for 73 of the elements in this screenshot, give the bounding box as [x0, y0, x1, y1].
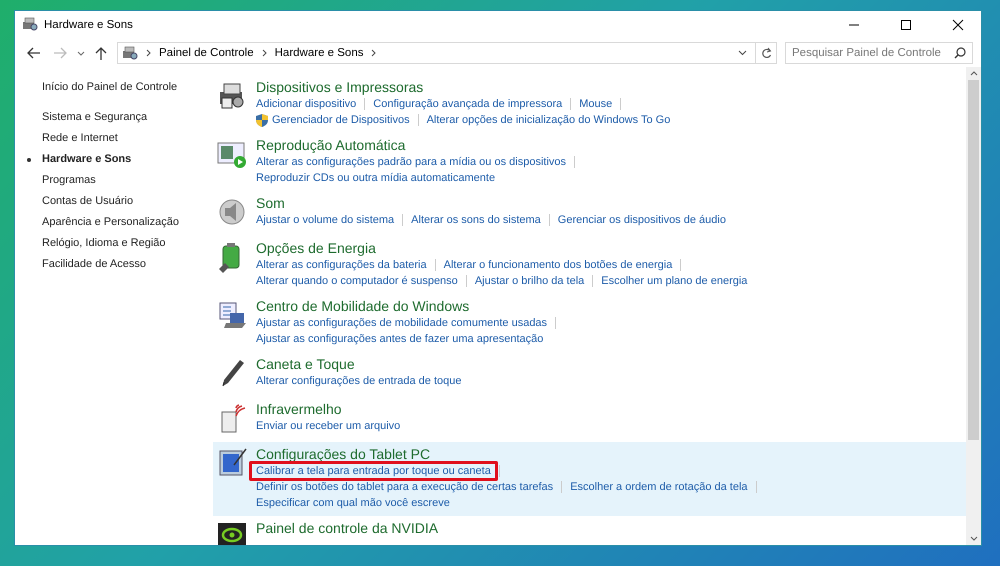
task-link[interactable]: Gerenciar os dispositivos de áudio: [558, 214, 726, 226]
task-link[interactable]: Reproduzir CDs ou outra mídia automaticamente: [256, 172, 496, 184]
dropdown-icon[interactable]: [77, 50, 85, 56]
chevron-icon[interactable]: [262, 49, 267, 57]
graphics-card-icon[interactable]: [216, 521, 248, 545]
refresh-icon[interactable]: [761, 47, 772, 59]
task-link[interactable]: Alterar opções de inicialização do Windows To Go: [426, 114, 670, 126]
task-link[interactable]: Escolher um plano de energia: [601, 275, 748, 287]
task-link[interactable]: Especificar com qual mão você escreve: [256, 497, 450, 509]
up-icon[interactable]: [95, 46, 107, 60]
task-link[interactable]: Ajustar as configurações antes de fazer uma apresentação: [256, 333, 544, 345]
address-bar[interactable]: Painel de Controle Hardware e Sons: [117, 42, 777, 64]
task-link[interactable]: Escolher a ordem de rotação da tela: [570, 481, 748, 493]
task-link[interactable]: Ajustar o brilho da tela: [474, 275, 584, 287]
search-field[interactable]: Pesquisar Painel de Controle: [785, 42, 973, 64]
category-panel[interactable]: Caneta e Toque Alterar configurações de entrada de toque: [213, 352, 966, 397]
category-title[interactable]: Painel de controle da NVIDIA: [256, 519, 438, 537]
task-link[interactable]: Alterar quando o computador é suspenso: [256, 275, 458, 287]
scrollbar[interactable]: [966, 67, 981, 545]
category-title[interactable]: Opções de Energia: [256, 239, 748, 257]
scroll-up-icon[interactable]: [970, 71, 978, 76]
category-panel[interactable]: [213, 442, 966, 516]
task-link[interactable]: Calibrar a tela para entrada por toque ou caneta: [256, 465, 491, 477]
category-title[interactable]: Infravermelho: [256, 400, 400, 418]
sidebar-item[interactable]: Sistema e Segurança: [26, 107, 148, 128]
sidebar-item[interactable]: Aparência e Personalização: [26, 212, 179, 233]
devices-icon: [122, 46, 138, 60]
close-icon: [952, 19, 964, 31]
dropdown-icon[interactable]: [738, 50, 747, 56]
task-link[interactable]: Alterar o funcionamento dos botões de energia: [444, 259, 672, 271]
category-panel[interactable]: Centro de Mobilidade do Windows Ajustar as configurações de mobilidade comumente usadas Ajustar as configurações antes de fazer uma apresentação: [213, 294, 966, 352]
sidebar-item[interactable]: Contas de Usuário: [26, 191, 134, 212]
sidebar-link[interactable]: Início do Painel de Controle: [42, 81, 213, 93]
task-link[interactable]: Gerenciador de Dispositivos: [272, 114, 410, 126]
maximize-icon: [900, 19, 912, 31]
task-link[interactable]: Enviar ou receber um arquivo: [256, 420, 400, 432]
scroll-thumb[interactable]: [968, 80, 979, 440]
category-panel[interactable]: Dispositivos e Impressoras Adicionar dispositivo Configuração avançada de impressora Mouse Gerenciador de Dispositivos Alterar opções de inicialização do Windows To Go: [213, 75, 966, 133]
category-title[interactable]: Configurações do Tablet PC: [256, 445, 765, 463]
sidebar-item[interactable]: Facilidade de Acesso: [26, 254, 146, 275]
category-title[interactable]: Reprodução Automática: [256, 136, 584, 154]
sidebar-item[interactable]: Hardware e Sons: [26, 149, 132, 170]
task-link[interactable]: Adicionar dispositivo: [256, 98, 356, 110]
task-link[interactable]: Configuração avançada de impressora: [373, 98, 562, 110]
task-link[interactable]: Ajustar as configurações de mobilidade comumente usadas: [256, 317, 548, 329]
category-title[interactable]: Som: [256, 194, 726, 212]
devices-icon: [22, 16, 38, 30]
breadcrumb[interactable]: Hardware e Sons: [274, 47, 364, 59]
task-link[interactable]: Alterar as configurações padrão para a mídia ou os dispositivos: [256, 156, 566, 168]
category-panel[interactable]: Infravermelho Enviar ou receber um arquivo: [213, 397, 966, 442]
category-title[interactable]: Dispositivos e Impressoras: [256, 78, 670, 96]
task-link[interactable]: Ajustar o volume do sistema: [256, 214, 394, 226]
search-icon: [954, 47, 966, 59]
sidebar-item[interactable]: Relógio, Idioma e Região: [26, 233, 166, 254]
task-link[interactable]: Definir os botões do tablet para a execução de certas tarefas: [256, 481, 554, 493]
category-panel[interactable]: Reprodução Automática Alterar as configurações padrão para a mídia ou os dispositivos Reproduzir CDs ou outra mídia automaticamente: [213, 133, 966, 191]
breadcrumb[interactable]: Painel de Controle: [159, 47, 254, 59]
task-link[interactable]: Alterar configurações de entrada de toque: [256, 375, 462, 387]
category-title[interactable]: Centro de Mobilidade do Windows: [256, 297, 564, 315]
category-panel[interactable]: Painel de controle da NVIDIA: [213, 516, 966, 545]
task-link[interactable]: Alterar os sons do sistema: [411, 214, 541, 226]
chevron-icon[interactable]: [371, 49, 376, 57]
category-panel[interactable]: Som Ajustar o volume do sistema Alterar os sons do sistema Gerenciar os dispositivos de áudio: [213, 191, 966, 236]
task-link[interactable]: Mouse: [579, 98, 612, 110]
back-icon[interactable]: [27, 47, 41, 59]
category-title[interactable]: Caneta e Toque: [256, 355, 462, 373]
sidebar-item[interactable]: Rede e Internet: [26, 128, 118, 149]
task-link[interactable]: Alterar as configurações da bateria: [256, 259, 427, 271]
window-title: Hardware e Sons: [44, 19, 133, 31]
scroll-down-icon[interactable]: [970, 536, 978, 541]
category-panel[interactable]: Opções de Energia Alterar as configurações da bateria Alterar o funcionamento dos botões de energia Alterar quando o computador é suspenso Ajustar o brilho da tela Escolher um plano de energia: [213, 236, 966, 294]
sidebar-item[interactable]: Programas: [26, 170, 96, 191]
chevron-icon[interactable]: [146, 49, 151, 57]
